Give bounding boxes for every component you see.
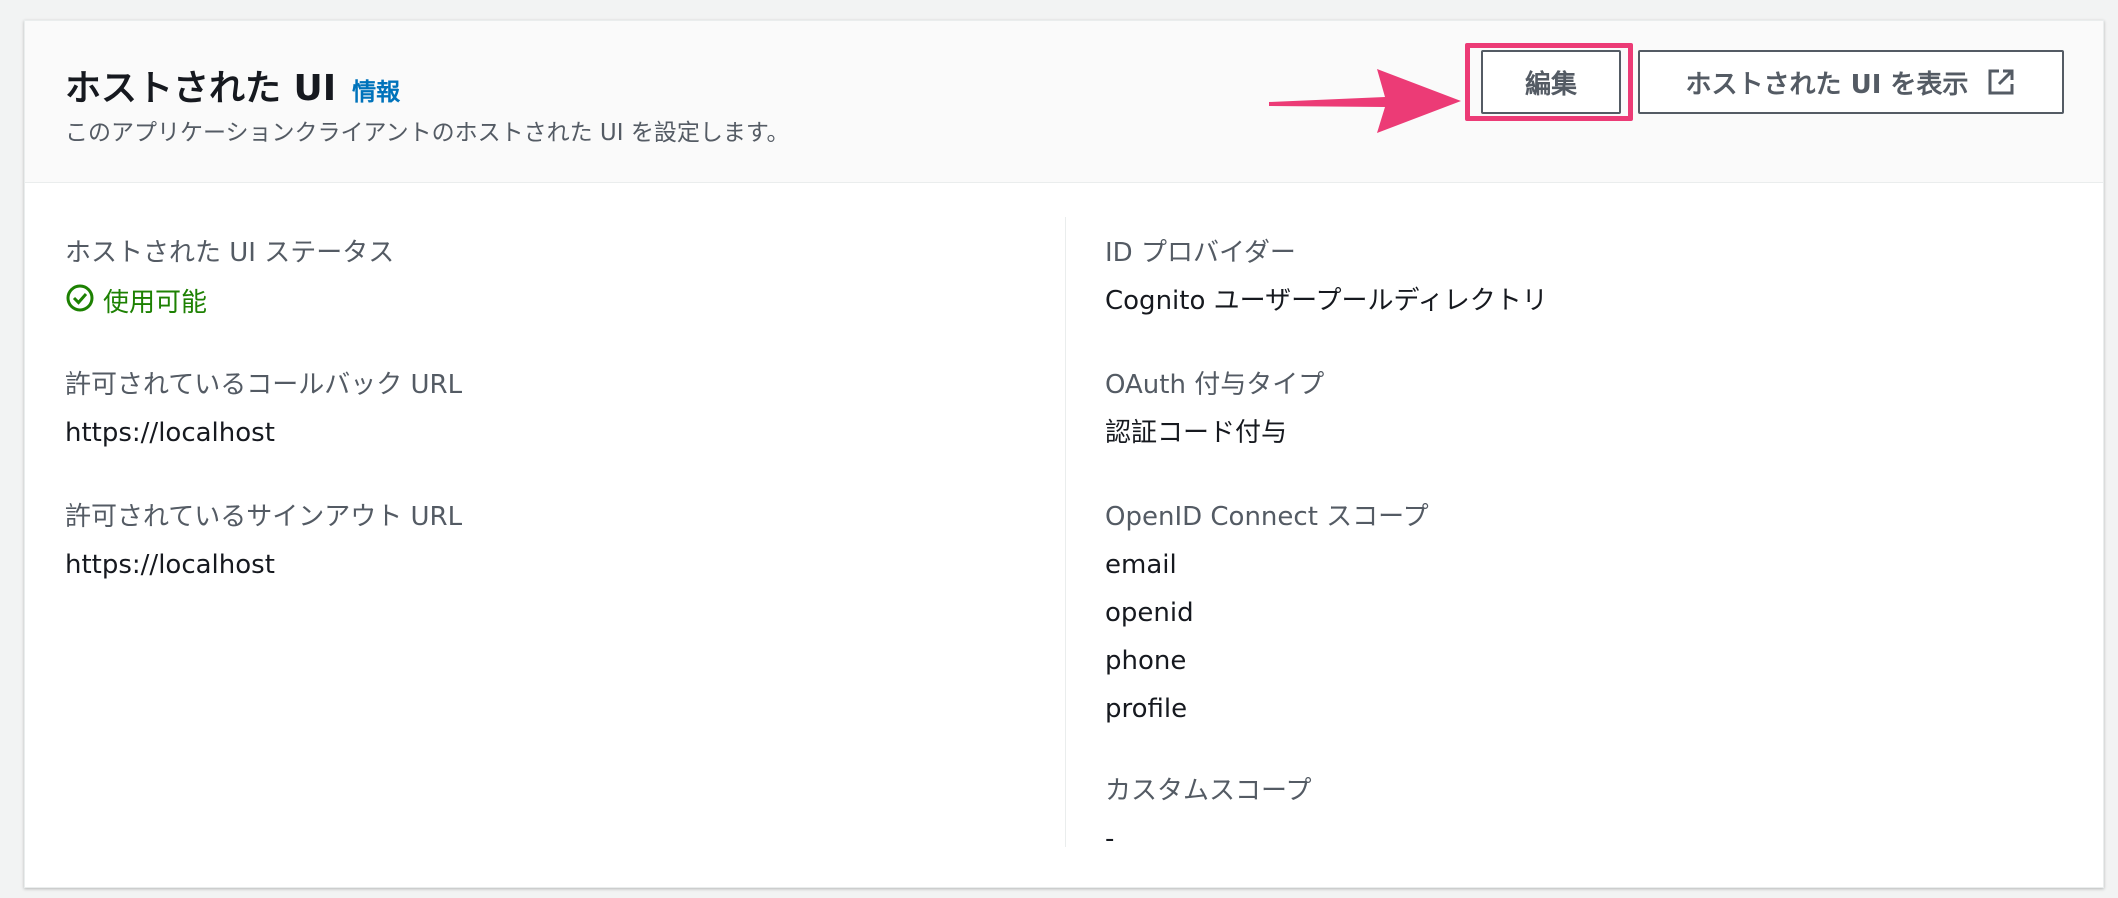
hosted-ui-panel: ホストされた UI 情報 このアプリケーションクライアントのホストされた UI … — [24, 20, 2104, 888]
signout-url-label: 許可されているサインアウト URL — [65, 502, 463, 532]
field-callback-url: 許可されているコールバック URL https://localhost — [65, 367, 462, 451]
callback-url-value: https://localhost — [65, 418, 275, 448]
status-text: 使用可能 — [103, 288, 208, 318]
panel-title: ホストされた UI — [65, 68, 337, 109]
signout-url-value: https://localhost — [65, 550, 275, 580]
scope-item: openid — [1105, 598, 1194, 628]
annotation-arrow — [1269, 69, 1461, 133]
column-divider — [1065, 217, 1066, 847]
page: ホストされた UI 情報 このアプリケーションクライアントのホストされた UI … — [0, 0, 2118, 898]
field-status: ホストされた UI ステータス 使用可能 — [65, 235, 394, 323]
oauth-grant-label: OAuth 付与タイプ — [1105, 370, 1325, 400]
view-hosted-ui-button[interactable]: ホストされた UI を表示 — [1638, 50, 2064, 114]
check-circle-icon — [65, 283, 103, 323]
field-oauth-grant: OAuth 付与タイプ 認証コード付与 — [1105, 367, 1324, 451]
title-row: ホストされた UI 情報 — [65, 59, 400, 111]
idp-label: ID プロバイダー — [1105, 238, 1296, 268]
view-hosted-ui-button-label: ホストされた UI を表示 — [1685, 69, 1969, 100]
field-identity-provider: ID プロバイダー Cognito ユーザープールディレクトリ — [1105, 235, 1548, 319]
panel-description: このアプリケーションクライアントのホストされた UI を設定します。 — [65, 120, 790, 146]
edit-button-label: 編集 — [1524, 69, 1577, 100]
custom-scopes-value: - — [1105, 824, 1115, 854]
custom-scopes-label: カスタムスコープ — [1105, 776, 1312, 806]
callback-url-label: 許可されているコールバック URL — [65, 370, 463, 400]
field-custom-scopes: カスタムスコープ - — [1105, 773, 1311, 857]
oidc-scopes-label: OpenID Connect スコープ — [1105, 502, 1429, 532]
scope-item: profile — [1105, 694, 1188, 724]
external-link-icon — [1986, 67, 2016, 97]
scope-item: phone — [1105, 646, 1187, 676]
status-label: ホストされた UI ステータス — [65, 238, 395, 268]
panel-header: ホストされた UI 情報 このアプリケーションクライアントのホストされた UI … — [25, 21, 2103, 183]
info-link[interactable]: 情報 — [352, 72, 400, 107]
oauth-grant-value: 認証コード付与 — [1105, 418, 1288, 448]
status-value: 使用可能 — [65, 283, 394, 323]
scope-item: email — [1105, 550, 1177, 580]
edit-button[interactable]: 編集 — [1481, 50, 1621, 114]
oidc-scopes-list: email openid phone profile — [1105, 541, 1429, 733]
idp-value: Cognito ユーザープールディレクトリ — [1105, 286, 1548, 316]
field-signout-url: 許可されているサインアウト URL https://localhost — [65, 499, 462, 583]
field-oidc-scopes: OpenID Connect スコープ email openid phone p… — [1105, 499, 1429, 733]
